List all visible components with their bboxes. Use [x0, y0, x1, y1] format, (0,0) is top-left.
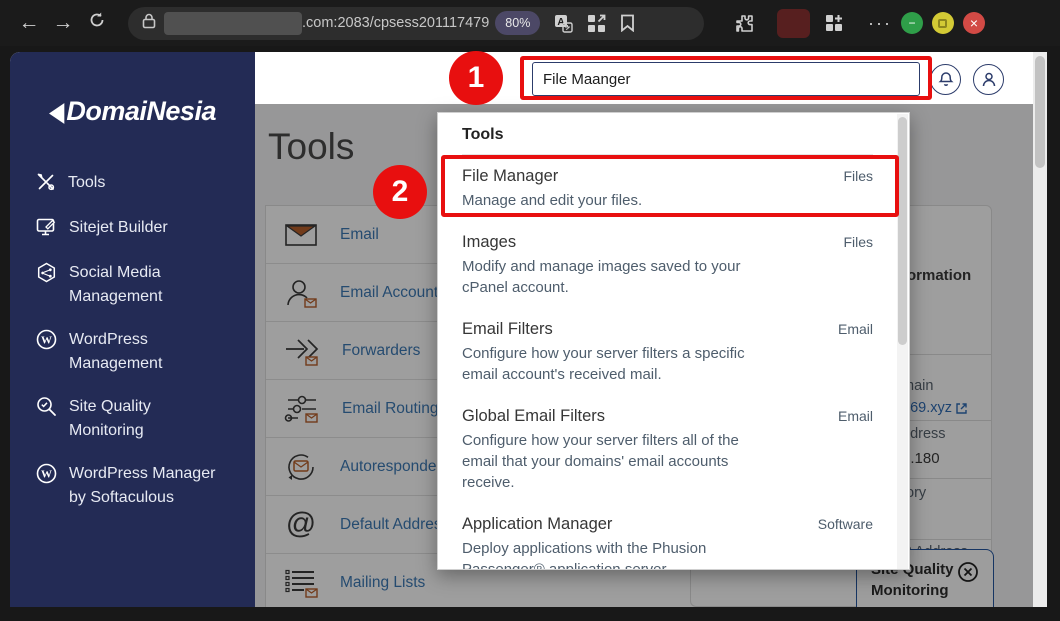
sidebar-item-label: WordPress Management: [69, 328, 221, 376]
result-title: Application Manager: [462, 515, 612, 534]
split-screen-icon[interactable]: [587, 14, 606, 33]
result-global-email-filters[interactable]: Global Email Filters Email Configure how…: [462, 395, 873, 503]
bookmark-icon[interactable]: [620, 14, 635, 32]
sidebar-item-label: Site Quality Monitoring: [69, 395, 221, 443]
tools-icon: [36, 171, 56, 197]
result-description: Configure how your server filters all of…: [462, 430, 774, 493]
lock-icon: [142, 13, 156, 34]
result-category: Software: [818, 516, 873, 532]
result-description: Configure how your server filters a spec…: [462, 343, 774, 385]
account-button[interactable]: [973, 64, 1004, 95]
page-scrollbar-thumb[interactable]: [1035, 56, 1045, 168]
svg-text:W: W: [41, 469, 52, 481]
sidebar-item-wordpress-manager-softaculous[interactable]: W WordPress Manager by Softaculous: [36, 462, 255, 510]
sidebar-nav: Tools Sitejet Builder Social Media Manag…: [10, 171, 255, 510]
reload-icon[interactable]: [80, 11, 114, 35]
annotation-box-search: [520, 56, 932, 100]
browser-toolbar: ← → .com:2083/cpsess201117479 80% A: [0, 0, 1060, 46]
screenshot-root: ← → .com:2083/cpsess201117479 80% A: [0, 0, 1060, 621]
address-bar[interactable]: .com:2083/cpsess201117479 80% A: [128, 7, 704, 40]
result-images[interactable]: Images Files Modify and manage images sa…: [462, 221, 873, 308]
annotation-step-1: 1: [449, 51, 503, 105]
bell-icon: [938, 71, 954, 88]
dropdown-section-title: Tools: [462, 126, 873, 155]
result-email-filters[interactable]: Email Filters Email Configure how your s…: [462, 308, 873, 395]
sidebar: ◀ DomaiNesia Tools Sitejet Builder Socia…: [10, 52, 255, 607]
user-icon: [981, 71, 997, 88]
sidebar-item-label: Tools: [68, 171, 220, 195]
result-application-manager[interactable]: Application Manager Software Deploy appl…: [462, 503, 873, 570]
sidebar-item-wordpress-management[interactable]: W WordPress Management: [36, 328, 255, 376]
logo-text: DomaiNesia: [66, 96, 216, 127]
translate-icon[interactable]: A: [554, 14, 573, 33]
page-scrollbar[interactable]: [1033, 52, 1047, 607]
url-text[interactable]: .com:2083/cpsess201117479: [302, 15, 489, 31]
site-quality-icon: [36, 395, 57, 422]
sidebar-item-label: WordPress Manager by Softaculous: [69, 462, 221, 510]
wordpress-icon: W: [36, 328, 57, 355]
social-media-icon: [36, 261, 57, 289]
result-title: Images: [462, 233, 516, 252]
domainesia-logo[interactable]: ◀ DomaiNesia: [10, 96, 255, 127]
window-maximize-button[interactable]: [932, 12, 954, 34]
sidebar-item-social-media-management[interactable]: Social Media Management: [36, 261, 255, 309]
svg-text:W: W: [41, 335, 52, 347]
notifications-button[interactable]: [930, 64, 961, 95]
dropdown-scrollbar-thumb[interactable]: [898, 117, 907, 345]
result-category: Email: [838, 408, 873, 424]
cpanel-page: ◀ DomaiNesia Tools Sitejet Builder Socia…: [10, 52, 1033, 607]
sidebar-item-sitejet-builder[interactable]: Sitejet Builder: [36, 216, 255, 242]
wordpress-icon: W: [36, 462, 57, 489]
result-category: Files: [843, 234, 873, 250]
annotation-box-file-manager: [441, 155, 899, 217]
sidebar-item-tools[interactable]: Tools: [36, 171, 255, 197]
profile-avatar-blurred[interactable]: [777, 9, 810, 38]
logo-triangle-icon: ◀: [49, 95, 64, 129]
window-close-button[interactable]: ×: [963, 12, 985, 34]
result-title: Email Filters: [462, 320, 553, 339]
grid-plus-icon[interactable]: [824, 13, 844, 33]
window-minimize-button[interactable]: −: [901, 12, 923, 34]
result-description: Deploy applications with the Phusion Pas…: [462, 538, 774, 570]
sidebar-item-label: Sitejet Builder: [69, 216, 221, 240]
back-icon[interactable]: ←: [12, 11, 46, 35]
extensions-puzzle-icon[interactable]: [734, 13, 755, 34]
result-description: Modify and manage images saved to your c…: [462, 256, 774, 298]
sidebar-item-label: Social Media Management: [69, 261, 221, 309]
forward-icon[interactable]: →: [46, 11, 80, 35]
sitejet-builder-icon: [36, 216, 57, 242]
browser-menu-icon[interactable]: ···: [868, 13, 892, 34]
annotation-step-2: 2: [373, 165, 427, 219]
sidebar-item-site-quality-monitoring[interactable]: Site Quality Monitoring: [36, 395, 255, 443]
result-category: Email: [838, 321, 873, 337]
redacted-domain: [164, 12, 302, 35]
result-title: Global Email Filters: [462, 407, 605, 426]
zoom-level-badge[interactable]: 80%: [495, 11, 540, 35]
